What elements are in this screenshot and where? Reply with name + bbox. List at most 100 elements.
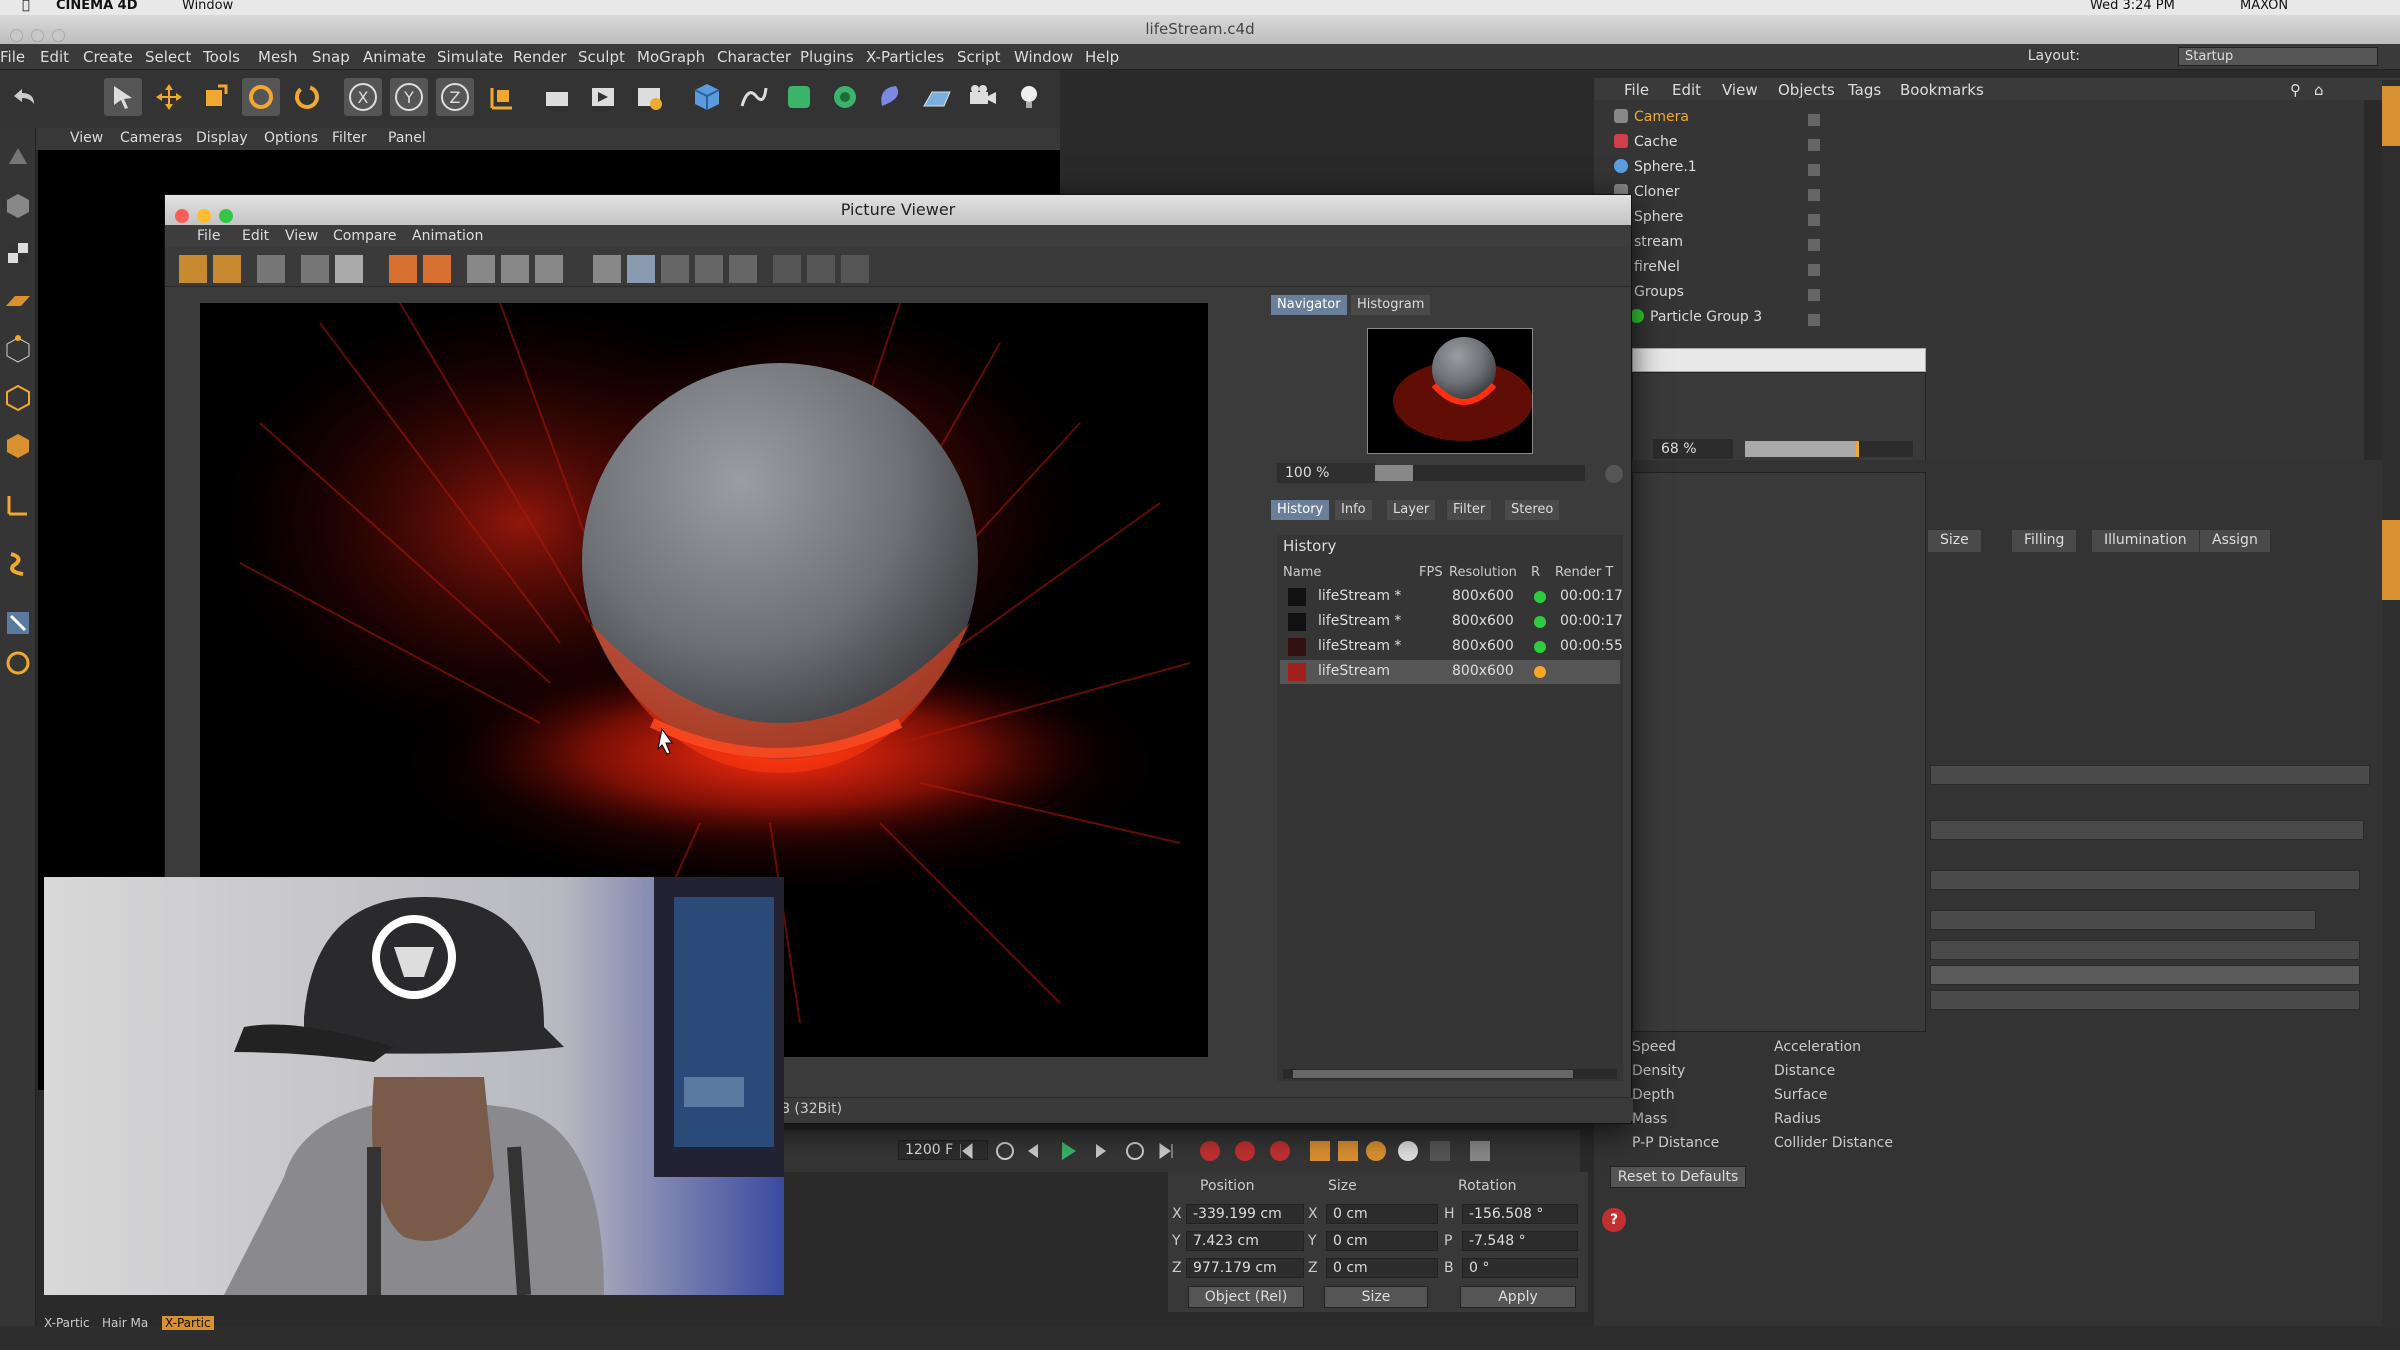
attribute-field[interactable] [1930,910,2316,930]
tab-filling[interactable]: Filling [2012,530,2077,552]
x-axis-icon[interactable]: X [344,78,382,116]
attribute-dropdown[interactable] [1930,765,2370,785]
floor-icon[interactable] [918,78,956,116]
om-menu-view[interactable]: View [1722,81,1758,99]
render-region-icon[interactable] [423,255,451,283]
rotation-b-field[interactable]: 0 ° [1462,1258,1578,1278]
stop-render-icon[interactable] [389,255,417,283]
menu-script[interactable]: Script [957,48,1001,66]
menu-select[interactable]: Select [145,48,191,66]
visibility-toggle[interactable] [1808,239,1820,251]
ab-compare-icon[interactable] [593,255,621,283]
pv-menu-animation[interactable]: Animation [412,228,483,244]
om-menu-tags[interactable]: Tags [1848,81,1881,99]
fit-icon[interactable] [301,255,329,283]
vp-menu-options[interactable]: Options [264,130,318,146]
pv-menu-compare[interactable]: Compare [333,228,397,244]
tab-assign[interactable]: Assign [2200,530,2270,552]
make-editable-icon[interactable] [3,142,33,172]
attribute-field[interactable] [1930,965,2360,985]
history-row[interactable]: lifeStream * 800x600 00:00:17 [1280,585,1623,609]
coordinate-system-icon[interactable] [482,78,520,116]
menu-help[interactable]: Help [1085,48,1119,66]
position-y-field[interactable]: 7.423 cm [1186,1231,1304,1251]
polygons-mode-icon[interactable] [3,430,33,460]
visibility-toggle[interactable] [1808,164,1820,176]
position-z-field[interactable]: 977.179 cm [1186,1258,1304,1278]
subdivision-icon[interactable] [780,78,818,116]
window-menu[interactable]: Window [182,0,233,13]
compare-a-icon[interactable] [467,255,495,283]
om-menu-objects[interactable]: Objects [1778,81,1835,99]
zoom-value[interactable]: 100 % [1277,463,1377,483]
grid-icon[interactable] [661,255,689,283]
edges-mode-icon[interactable] [3,382,33,412]
material-tag[interactable]: Hair Ma [102,1316,148,1330]
menu-xparticles[interactable]: X-Particles [866,48,944,66]
history-row[interactable]: lifeStream * 800x600 00:00:55 [1280,635,1623,659]
object-row-sphere1[interactable]: Sphere.1 [1614,159,1697,183]
recent-tool-icon[interactable] [288,78,326,116]
filter-icon[interactable] [841,255,869,283]
app-name[interactable]: CINEMA 4D [56,0,138,13]
tab-filter[interactable]: Filter [1447,500,1492,520]
set-a-icon[interactable] [695,255,723,283]
texture-mode-icon[interactable] [3,238,33,268]
col-name[interactable]: Name [1283,565,1321,580]
material-tag[interactable]: X-Partic [44,1316,90,1330]
visibility-toggle[interactable] [1808,189,1820,201]
om-search-icon[interactable]: ⚲ [2290,81,2301,99]
vp-menu-display[interactable]: Display [196,130,248,146]
history-row-selected[interactable]: lifeStream 800x600 [1280,660,1620,684]
rotation-p-field[interactable]: -7.548 ° [1462,1231,1578,1251]
tab-histogram[interactable]: Histogram [1351,295,1431,315]
size-z-field[interactable]: 0 cm [1326,1258,1438,1278]
tab-size[interactable]: Size [1928,530,1981,552]
menu-render[interactable]: Render [513,48,566,66]
col-fps[interactable]: FPS [1419,565,1443,580]
menu-sculpt[interactable]: Sculpt [578,48,625,66]
live-select-icon[interactable] [104,78,142,116]
navigator-thumbnail[interactable] [1367,328,1533,454]
snap-icon[interactable] [3,608,33,638]
menu-file[interactable]: File [0,48,25,66]
spline-pen-icon[interactable] [734,78,772,116]
object-row-cache[interactable]: Cache [1614,134,1678,158]
menu-tools[interactable]: Tools [203,48,240,66]
menu-edit[interactable]: Edit [40,48,69,66]
vp-menu-filter[interactable]: Filter [332,130,367,146]
axis-mode-icon[interactable] [3,490,33,520]
attribute-slider[interactable] [1930,870,2360,890]
visibility-toggle[interactable] [1808,214,1820,226]
menu-plugins[interactable]: Plugins [800,48,854,66]
layers-icon[interactable] [807,255,835,283]
history-scrollbar[interactable] [1283,1069,1617,1079]
y-axis-icon[interactable]: Y [390,78,428,116]
attribute-field[interactable] [1930,990,2360,1010]
zoom-arrow-icon[interactable] [1605,465,1623,483]
open-icon[interactable] [179,255,207,283]
render-picture-viewer-icon[interactable] [584,78,622,116]
menu-animate[interactable]: Animate [363,48,426,66]
pv-menu-edit[interactable]: Edit [242,228,269,244]
camera-icon[interactable] [964,78,1002,116]
size-x-field[interactable]: 0 cm [1326,1204,1438,1224]
snapshot-icon[interactable] [335,255,363,283]
compare-swap-icon[interactable] [535,255,563,283]
undo-icon[interactable] [4,78,42,116]
rotation-h-field[interactable]: -156.508 ° [1462,1204,1578,1224]
attribute-dropdown[interactable] [1930,940,2360,960]
attribute-field[interactable] [1930,820,2364,840]
object-row-camera[interactable]: Camera [1614,109,1689,133]
object-row-particle-group-3[interactable]: Particle Group 3 [1630,309,1762,333]
compare-b-icon[interactable] [501,255,529,283]
light-icon[interactable] [1010,78,1048,116]
opacity-slider-track[interactable] [1745,441,1913,457]
vp-menu-cameras[interactable]: Cameras [120,130,182,146]
om-menu-edit[interactable]: Edit [1672,81,1701,99]
size-mode-select[interactable]: Size [1324,1286,1428,1308]
points-mode-icon[interactable] [3,334,33,364]
opacity-value-field[interactable]: 68 % [1653,439,1733,459]
model-mode-icon[interactable] [3,190,33,220]
side-tab-attributes[interactable] [2382,520,2400,600]
